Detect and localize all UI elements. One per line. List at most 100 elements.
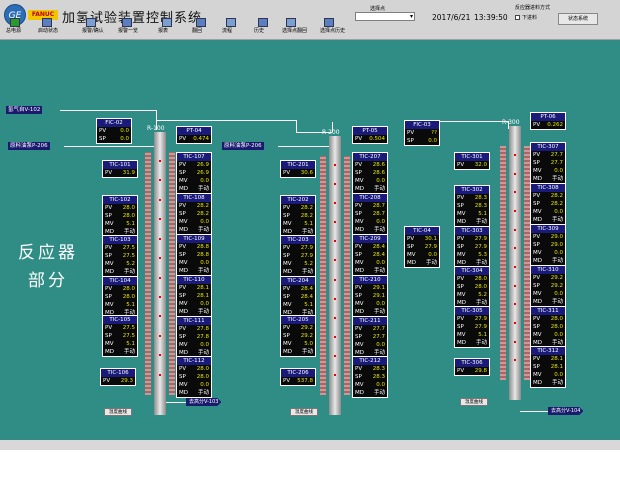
panel-row: MV 0.0 <box>531 331 565 339</box>
flow-icon[interactable] <box>226 18 236 27</box>
temperature-curve-button-1[interactable]: 温度曲线 <box>290 408 318 416</box>
power-icon[interactable] <box>10 18 20 27</box>
temperature-point-icon <box>514 191 516 194</box>
toolbar-button-3[interactable]: 报警一览 <box>118 27 138 39</box>
pipe-line <box>428 121 508 122</box>
tic-full-panel-7[interactable]: TIC-103 PV 27.5 SP 27.5 MV 5.2 MD 手动 <box>102 235 138 277</box>
tic-full-panel-29[interactable]: TIC-312 PV 28.1 SP 28.1 MV 0.0 MD 手动 <box>530 346 566 388</box>
panel-row: PV 28.2 <box>281 204 315 212</box>
toolbar-button-2[interactable]: 报警/确认 <box>82 27 104 39</box>
toolbar-button-9[interactable]: 选择点历史 <box>320 27 345 39</box>
panel-tag: TIC-101 <box>103 161 137 169</box>
tic-full-panel-14[interactable]: TIC-211 PV 27.7 SP 27.7 MV 0.0 MD 手动 <box>352 316 388 358</box>
tic-full-panel-2[interactable]: TIC-109 PV 28.8 SP 28.8 MV 0.0 MD 手动 <box>176 234 212 276</box>
toolbar-button-0[interactable]: 总电源 <box>6 27 21 39</box>
tic-full-panel-21[interactable]: TIC-303 PV 27.9 SP 27.9 MV 5.3 MD 手动 <box>454 226 490 268</box>
tic-full-panel-27[interactable]: TIC-310 PV 29.2 SP 29.2 MV 0.0 MD 手动 <box>530 265 566 307</box>
status-icon[interactable] <box>42 18 52 27</box>
row-label: SP <box>533 324 540 330</box>
tic-full-panel-8[interactable]: TIC-104 PV 28.0 SP 28.0 MV 5.1 MD 手动 <box>102 276 138 318</box>
tic-simple-panel-0[interactable]: TIC-101 PV 31.9 <box>102 160 138 178</box>
panel-row: MD 手动 <box>177 308 211 316</box>
report-icon[interactable] <box>162 18 172 27</box>
tic-full-panel-28[interactable]: TIC-311 PV 28.0 SP 28.0 MV 0.0 MD 手动 <box>530 306 566 348</box>
tic-full-panel-1[interactable]: TIC-108 PV 28.2 SP 28.2 MV 0.0 MD 手动 <box>176 193 212 235</box>
tic-full-panel-6[interactable]: TIC-102 PV 28.0 SP 28.0 MV 5.1 MD 手动 <box>102 195 138 237</box>
tic-full-panel-3[interactable]: TIC-110 PV 28.1 SP 28.1 MV 0.0 MD 手动 <box>176 275 212 317</box>
panel-tag: TIC-309 <box>531 225 565 233</box>
tic-full-panel-22[interactable]: TIC-304 PV 28.0 SP 28.0 MV 5.2 MD 手动 <box>454 266 490 308</box>
zoom-icon[interactable] <box>196 18 206 27</box>
temperature-curve-button-0[interactable]: 温度曲线 <box>104 408 132 416</box>
alarm-icon[interactable] <box>86 18 96 27</box>
tic-full-panel-15[interactable]: TIC-212 PV 28.3 SP 28.3 MV 0.0 MD 手动 <box>352 356 388 398</box>
tic-full-panel-4[interactable]: TIC-111 PV 27.8 SP 27.8 MV 0.0 MD 手动 <box>176 316 212 358</box>
panel-tag: TIC-202 <box>281 196 315 204</box>
temperature-point-icon <box>514 266 516 268</box>
tic-full-panel-16[interactable]: TIC-202 PV 28.2 SP 28.2 MV 5.1 MD 手动 <box>280 195 316 237</box>
panel-tag: TIC-310 <box>531 266 565 274</box>
panel-row: SP 27.5 <box>103 252 137 260</box>
row-value: 28.4 <box>372 244 385 250</box>
tic-full-panel-20[interactable]: TIC-302 PV 28.3 SP 28.3 MV 5.1 MD 手动 <box>454 185 490 227</box>
toolbar-button-1[interactable]: 启动状态 <box>38 27 58 39</box>
system-button[interactable]: 状态系统 <box>558 13 598 25</box>
pt-panel-0[interactable]: PT-04 PV 0.474 <box>176 126 212 144</box>
tic-full-panel-9[interactable]: TIC-105 PV 27.5 SP 27.5 MV 5.1 MD 手动 <box>102 315 138 357</box>
panel-tag: TIC-210 <box>353 276 387 284</box>
tic-simple-panel-2[interactable]: TIC-201 PV 30.6 <box>280 160 316 178</box>
history-icon[interactable] <box>258 18 268 27</box>
tic-full-panel-18[interactable]: TIC-204 PV 28.4 SP 28.4 MV 5.1 MD 手动 <box>280 276 316 318</box>
tic-full-panel-13[interactable]: TIC-210 PV 29.1 SP 29.1 MV 0.0 MD 手动 <box>352 275 388 317</box>
feed-mode-checkbox[interactable]: 下进料 <box>515 14 537 21</box>
search-point-icon[interactable] <box>286 18 296 27</box>
tic-simple-panel-3[interactable]: TIC-206 PV 537.8 <box>280 368 316 386</box>
row-value: 27.9 <box>474 236 487 242</box>
row-label: MD <box>283 269 292 275</box>
panel-row: PV 29.2 <box>531 274 565 282</box>
row-label: PV <box>457 195 465 201</box>
panel-row: MD 手动 <box>405 259 439 267</box>
trend-icon[interactable] <box>324 18 334 27</box>
tic-simple-panel-5[interactable]: TIC-306 PV 29.8 <box>454 358 490 376</box>
tic-full-panel-11[interactable]: TIC-208 PV 28.7 SP 28.7 MV 0.0 MD 手动 <box>352 193 388 235</box>
toolbar-button-7[interactable]: 历史 <box>254 27 264 39</box>
toolbar-button-5[interactable]: 翻回 <box>192 27 202 39</box>
tic-04-panel[interactable]: TIC-04 PV 30.1 SP 27.9 MV 0.0 MD 手动 <box>404 226 440 268</box>
fic-03-panel[interactable]: FIC-03 PV?? SP 0.0 <box>404 120 440 146</box>
tic-full-panel-0[interactable]: TIC-107 PV 26.9 SP 26.9 MV 0.0 MD 手动 <box>176 152 212 194</box>
checkbox-icon[interactable] <box>515 15 520 20</box>
tic-simple-panel-4[interactable]: TIC-301 PV 32.0 <box>454 152 490 170</box>
heating-jacket-left <box>145 152 151 395</box>
toolbar-button-4[interactable]: 报表 <box>158 27 168 39</box>
row-label: PV <box>283 245 291 251</box>
tic-full-panel-12[interactable]: TIC-209 PV 28.4 SP 28.4 MV 0.0 MD 手动 <box>352 234 388 276</box>
tic-full-panel-5[interactable]: TIC-112 PV 28.0 SP 28.0 MV 0.0 MD 手动 <box>176 356 212 398</box>
row-label: MD <box>179 309 188 315</box>
panel-row: SP 29.0 <box>531 241 565 249</box>
toolbar-button-6[interactable]: 流程 <box>222 27 232 39</box>
alarm-list-icon[interactable] <box>122 18 132 27</box>
select-point-dropdown[interactable] <box>355 12 415 21</box>
tic-full-panel-25[interactable]: TIC-308 PV 28.2 SP 28.2 MV 0.0 MD 手动 <box>530 183 566 225</box>
pt-panel-1[interactable]: PT-05 PV 0.504 <box>352 126 388 144</box>
row-label: MV <box>533 332 542 338</box>
tic-full-panel-23[interactable]: TIC-305 PV 27.9 SP 27.9 MV 5.1 MD 手动 <box>454 306 490 348</box>
row-value: 30.6 <box>300 170 313 176</box>
panel-tag: TIC-106 <box>101 369 135 377</box>
tic-full-panel-17[interactable]: TIC-203 PV 27.9 SP 27.9 MV 5.2 MD 手动 <box>280 235 316 277</box>
temperature-curve-button-2[interactable]: 温度曲线 <box>460 398 488 406</box>
tic-full-panel-19[interactable]: TIC-205 PV 29.2 SP 29.2 MV 5.0 MD 手动 <box>280 315 316 357</box>
tic-full-panel-24[interactable]: TIC-307 PV 27.7 SP 27.7 MV 0.0 MD 手动 <box>530 142 566 184</box>
row-label: PV <box>179 285 187 291</box>
row-label: PV <box>179 162 187 168</box>
toolbar-button-8[interactable]: 选择点翻回 <box>282 27 307 39</box>
pt-panel-2[interactable]: PT-06 PV 0.262 <box>530 112 566 130</box>
pipe-line <box>60 110 156 111</box>
tic-full-panel-26[interactable]: TIC-309 PV 29.0 SP 29.0 MV 0.0 MD 手动 <box>530 224 566 266</box>
fic-02-panel[interactable]: FIC-02 PV 0.0 SP 0.0 <box>96 118 132 144</box>
row-value: 27.9 <box>474 316 487 322</box>
panel-row: PV 31.9 <box>103 169 137 177</box>
tic-full-panel-10[interactable]: TIC-207 PV 28.6 SP 28.6 MV 0.0 MD 手动 <box>352 152 388 194</box>
tic-simple-panel-1[interactable]: TIC-106 PV 29.3 <box>100 368 136 386</box>
